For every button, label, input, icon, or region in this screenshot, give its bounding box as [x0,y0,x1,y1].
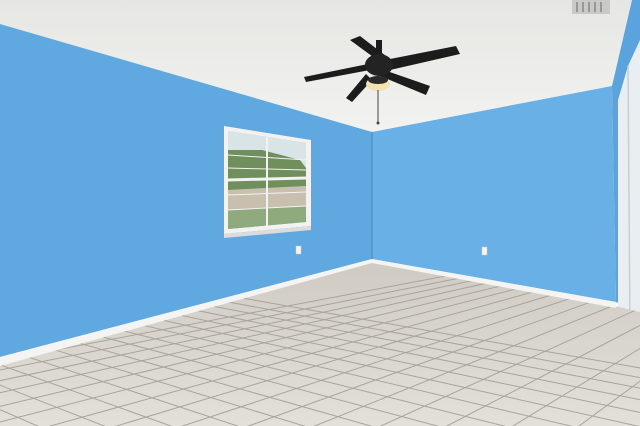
room-illustration [0,0,640,426]
ceiling-vent-icon [572,0,610,14]
outlet-icon [295,245,302,255]
window-icon [224,126,311,238]
outlet-icon [481,246,488,256]
room-scene [0,0,640,426]
